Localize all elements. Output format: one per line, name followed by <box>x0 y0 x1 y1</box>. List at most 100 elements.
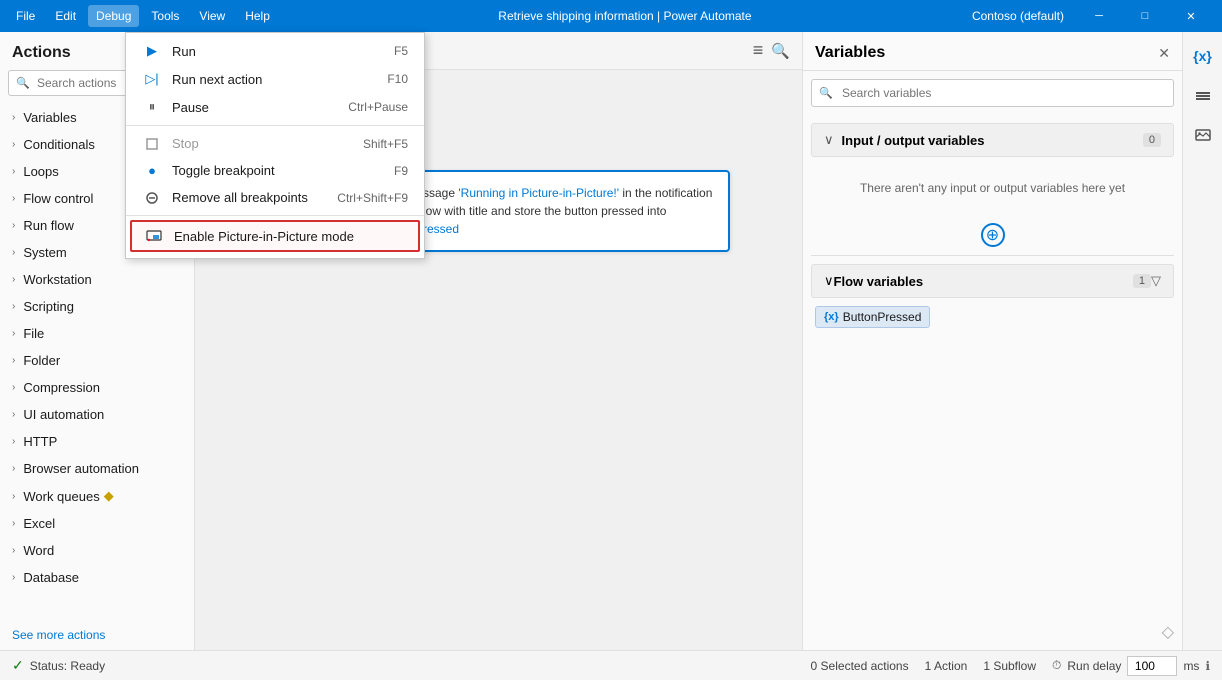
title-bar-right: Contoso (default) ─ □ ✕ <box>972 0 1214 32</box>
action-item-label: System <box>23 245 66 260</box>
debug-pause-item[interactable]: ⏸ Pause Ctrl+Pause <box>126 93 424 121</box>
flow-card[interactable]: ssage 'Running in Picture-in-Picture!' i… <box>405 170 730 252</box>
flow-variables-count: 1 <box>1133 274 1151 288</box>
debug-pause-label: Pause <box>172 100 340 115</box>
menu-edit[interactable]: Edit <box>47 5 84 27</box>
flow-variables-list: {x} ButtonPressed <box>811 302 1174 332</box>
clock-icon: ⏱ <box>1052 658 1061 673</box>
run-delay-input[interactable] <box>1127 656 1177 676</box>
bars-icon[interactable]: ≡ <box>753 40 764 61</box>
image-icon-button[interactable] <box>1187 120 1219 152</box>
debug-run-shortcut: F5 <box>394 44 408 58</box>
action-item-label: Database <box>23 570 79 585</box>
action-item-ui-automation[interactable]: › UI automation <box>0 401 194 428</box>
variables-title: Variables <box>815 44 885 62</box>
action-item-workstation[interactable]: › Workstation <box>0 266 194 293</box>
status-check-icon: ✓ <box>12 657 24 674</box>
input-output-title: Input / output variables <box>842 133 1143 148</box>
action-item-file[interactable]: › File <box>0 320 194 347</box>
action-item-folder[interactable]: › Folder <box>0 347 194 374</box>
minimize-button[interactable]: ─ <box>1076 0 1122 32</box>
add-variable-button[interactable]: ⊕ <box>981 223 1005 247</box>
debug-pip-item[interactable]: Enable Picture-in-Picture mode <box>130 220 420 252</box>
debug-pip-label: Enable Picture-in-Picture mode <box>174 229 406 244</box>
search-canvas-icon[interactable]: 🔍 <box>771 42 790 60</box>
action-item-browser-automation[interactable]: › Browser automation <box>0 455 194 482</box>
run-delay-group: ⏱ Run delay ms ℹ <box>1052 656 1210 676</box>
action-item-label: UI automation <box>23 407 104 422</box>
subflow-count-text: 1 Subflow <box>983 659 1036 673</box>
debug-stop-item[interactable]: Stop Shift+F5 <box>126 130 424 157</box>
account-name: Contoso (default) <box>972 9 1064 23</box>
status-left: ✓ Status: Ready <box>12 657 105 674</box>
action-item-label: Browser automation <box>23 461 139 476</box>
layers-icon-button[interactable] <box>1187 80 1219 112</box>
menu-tools[interactable]: Tools <box>143 5 187 27</box>
action-item-label: Conditionals <box>23 137 95 152</box>
filter-icon[interactable]: ▽ <box>1151 273 1161 289</box>
action-item-label: HTTP <box>23 434 57 449</box>
flow-card-text: ssage 'Running in Picture-in-Picture!' i… <box>423 184 712 238</box>
add-variable-button-container: ⊕ <box>811 223 1174 247</box>
debug-run-item[interactable]: ▶ Run F5 <box>126 37 424 65</box>
action-item-excel[interactable]: › Excel <box>0 510 194 537</box>
menu-view[interactable]: View <box>191 5 233 27</box>
debug-run-next-label: Run next action <box>172 72 379 87</box>
action-item-label: Flow control <box>23 191 93 206</box>
debug-run-next-item[interactable]: ▷| Run next action F10 <box>126 65 424 93</box>
title-bar-left: File Edit Debug Tools View Help <box>8 5 278 27</box>
debug-run-label: Run <box>172 44 386 59</box>
action-item-work-queues[interactable]: › Work queues ◆ <box>0 482 194 510</box>
action-item-label: Run flow <box>23 218 74 233</box>
variable-badge-buttonpressed[interactable]: {x} ButtonPressed <box>815 306 930 328</box>
window-controls: ─ □ ✕ <box>1076 0 1214 32</box>
flow-variables-header[interactable]: ∨ Flow variables 1 ▽ <box>811 264 1174 298</box>
section-chevron-icon: ∨ <box>824 132 834 148</box>
right-icons-panel: {x} <box>1182 32 1222 650</box>
chevron-right-icon: › <box>12 301 15 312</box>
action-item-database[interactable]: › Database <box>0 564 194 591</box>
run-delay-unit: ms <box>1183 659 1199 673</box>
flow-variables-section: ∨ Flow variables 1 ▽ {x} ButtonPressed <box>803 256 1182 340</box>
see-more-link[interactable]: See more actions <box>12 628 105 642</box>
chevron-right-icon: › <box>12 220 15 231</box>
maximize-button[interactable]: □ <box>1122 0 1168 32</box>
menu-debug[interactable]: Debug <box>88 5 139 27</box>
main-layout: Actions 🔍 › Variables › Conditionals › L… <box>0 32 1222 650</box>
chevron-right-icon: › <box>12 139 15 150</box>
action-item-label: Variables <box>23 110 76 125</box>
close-variables-button[interactable]: ✕ <box>1158 45 1170 62</box>
action-item-scripting[interactable]: › Scripting <box>0 293 194 320</box>
menu-help[interactable]: Help <box>237 5 278 27</box>
variables-search-input[interactable] <box>811 79 1174 107</box>
debug-toggle-bp-item[interactable]: ● Toggle breakpoint F9 <box>126 157 424 184</box>
window-title: Retrieve shipping information | Power Au… <box>498 9 751 23</box>
search-icon: 🔍 <box>16 77 30 90</box>
variables-search-container: 🔍 <box>803 71 1182 115</box>
chevron-right-icon: › <box>12 193 15 204</box>
variables-header: Variables ✕ <box>803 32 1182 71</box>
status-text: Status: Ready <box>30 659 105 673</box>
run-next-icon: ▷| <box>142 71 162 87</box>
close-button[interactable]: ✕ <box>1168 0 1214 32</box>
chevron-right-icon: › <box>12 355 15 366</box>
menu-bar: File Edit Debug Tools View Help <box>8 5 278 27</box>
chevron-right-icon: › <box>12 545 15 556</box>
input-output-section: ∨ Input / output variables 0 There aren'… <box>803 115 1182 255</box>
breakpoint-icon: ● <box>142 163 162 178</box>
variables-icon-button[interactable]: {x} <box>1187 40 1219 72</box>
input-output-header[interactable]: ∨ Input / output variables 0 <box>811 123 1174 157</box>
info-icon[interactable]: ℹ <box>1205 659 1210 673</box>
action-item-compression[interactable]: › Compression <box>0 374 194 401</box>
debug-remove-bp-item[interactable]: Remove all breakpoints Ctrl+Shift+F9 <box>126 184 424 211</box>
card-link-pip: 'Running in Picture-in-Picture!' <box>458 186 619 200</box>
chevron-right-icon: › <box>12 572 15 583</box>
chevron-right-icon: › <box>12 166 15 177</box>
debug-stop-shortcut: Shift+F5 <box>363 137 408 151</box>
action-item-word[interactable]: › Word <box>0 537 194 564</box>
debug-remove-bp-label: Remove all breakpoints <box>172 190 329 205</box>
chevron-right-icon: › <box>12 274 15 285</box>
action-item-http[interactable]: › HTTP <box>0 428 194 455</box>
diamond-icon: ◇ <box>1162 622 1174 642</box>
menu-file[interactable]: File <box>8 5 43 27</box>
